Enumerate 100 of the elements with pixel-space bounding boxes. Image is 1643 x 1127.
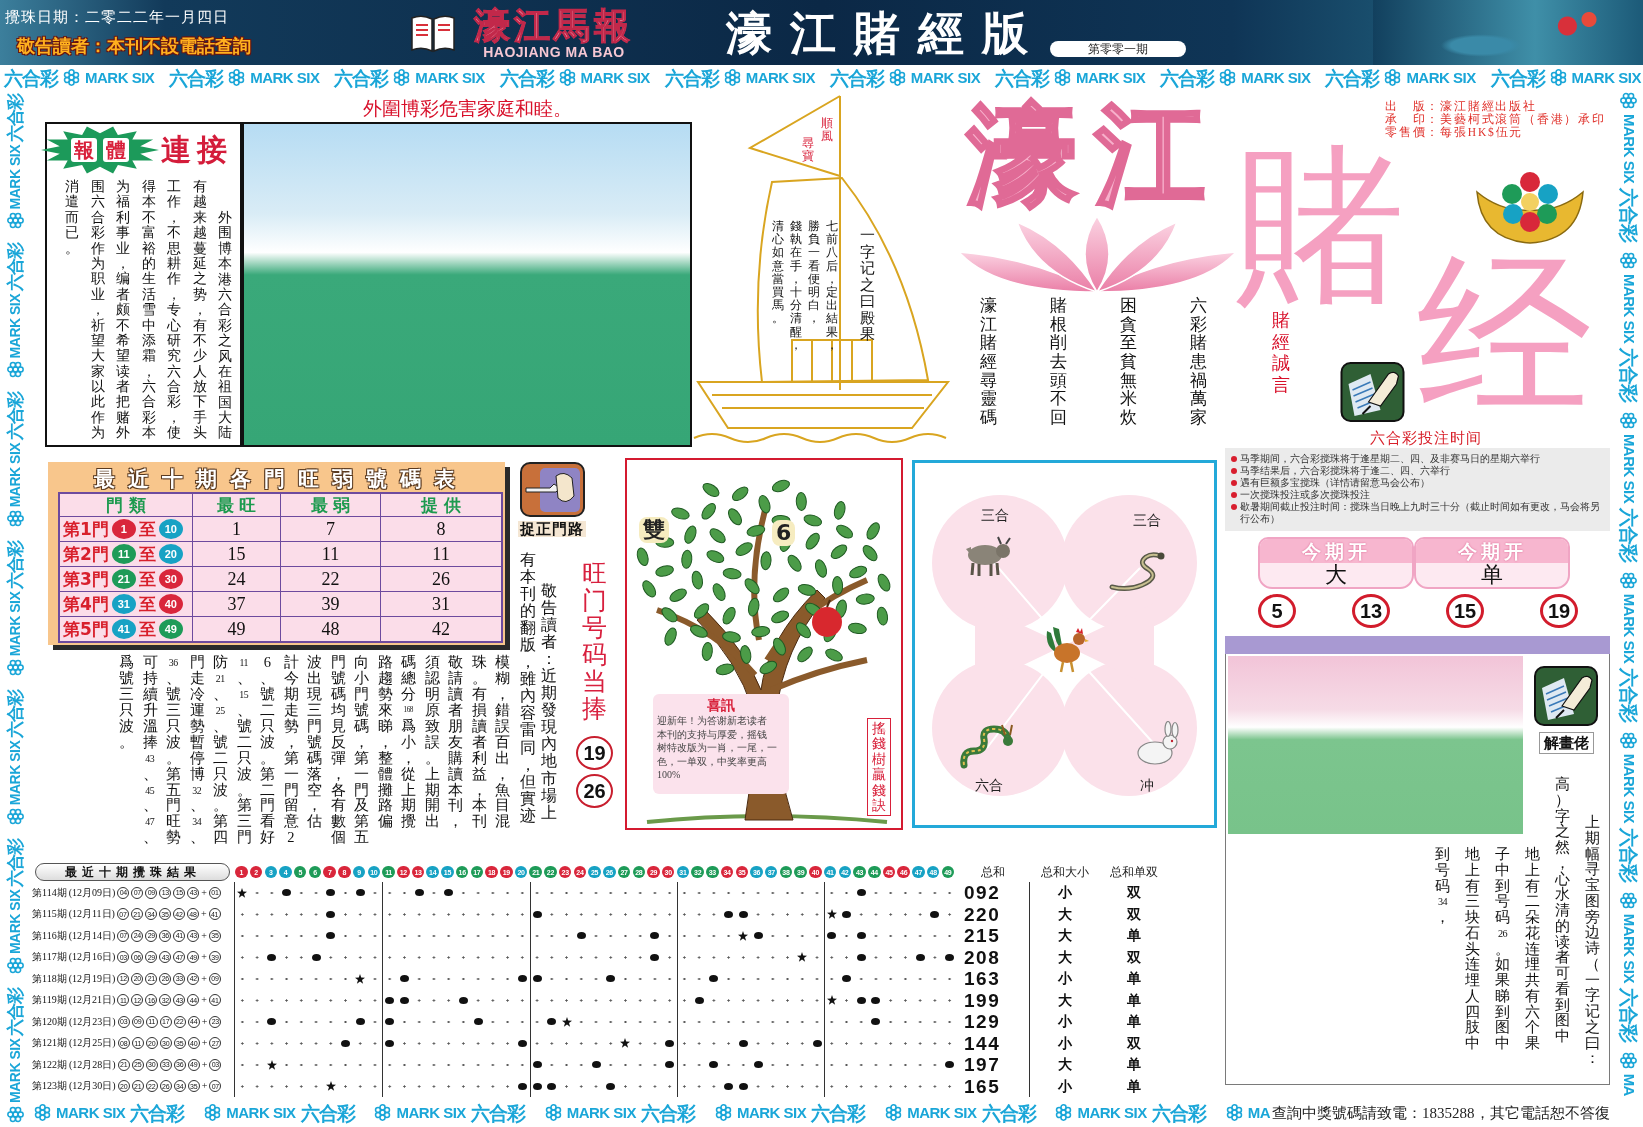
- flower-icon: [723, 69, 741, 86]
- border-text: MA: [1620, 1073, 1638, 1096]
- riddle-text: 地上有二朵花连埋共有六个果: [1525, 847, 1540, 1052]
- riddle-text: 子中到号码26。如果睇到图中: [1495, 847, 1510, 1052]
- border-text: MARK SIX: [6, 889, 24, 955]
- dot-icon: [812, 1039, 822, 1047]
- flower-icon: [1384, 69, 1402, 86]
- sum-value: 208: [956, 946, 1030, 968]
- notice-text: 敬告讀者：本刊不設電話查詢: [17, 35, 251, 57]
- badge-character: 報: [71, 138, 97, 162]
- flower-icon: [885, 1104, 903, 1121]
- forecast-value: 大: [1324, 563, 1348, 587]
- sum-value: 129: [956, 1011, 1030, 1033]
- range-joiner: 至: [138, 519, 156, 539]
- bullet-icon: [1231, 504, 1237, 510]
- parity-value: 单: [1126, 1012, 1142, 1031]
- note-text: 树特改版为一肖，一尾，一: [657, 742, 778, 755]
- dot-icon: [355, 1018, 365, 1026]
- size-value: 大: [1057, 990, 1073, 1010]
- flag-text: 順風: [821, 117, 833, 144]
- dot-icon: [665, 1039, 675, 1047]
- draw-date: (12月16日): [68, 951, 116, 964]
- border-text: 六合彩: [4, 987, 26, 1036]
- table-cell: 26: [380, 566, 501, 591]
- parity-value: 单: [1126, 969, 1142, 988]
- dot-icon: [341, 1039, 350, 1047]
- border-text: 六合彩: [4, 94, 26, 142]
- lucky-number: 26: [576, 774, 613, 808]
- dot-icon: [399, 996, 409, 1004]
- dot-icon: [871, 996, 881, 1004]
- flower-icon: [1620, 1051, 1638, 1069]
- flower-icon: [374, 1104, 392, 1121]
- draw-date: (12月14日): [68, 929, 116, 942]
- sum-value: 215: [956, 925, 1030, 947]
- border-text: MARK SIX: [745, 68, 816, 87]
- analysis-text: 模糊，錯誤百出，魚目混: [495, 655, 510, 831]
- size-value: 大: [1057, 947, 1073, 967]
- flower-icon: [34, 1104, 51, 1121]
- article-text: 围六合彩作为职业，祈望大家以此作为: [90, 179, 105, 441]
- dot-icon: [282, 889, 292, 897]
- sum-value: 197: [956, 1054, 1030, 1076]
- border-text: MARK SIX: [6, 293, 24, 359]
- plus-sign: +: [201, 1015, 208, 1028]
- riddle-text: 地上有三块石头连埋人四肢中: [1465, 847, 1480, 1052]
- border-text: MARK SIX: [1077, 1103, 1147, 1122]
- table-cell: 7: [280, 516, 380, 541]
- dot-icon: [591, 1061, 601, 1069]
- dot-icon: [753, 1061, 763, 1069]
- sail-text: 清心如意當買馬。: [772, 220, 784, 326]
- parity-value: 双: [1126, 904, 1142, 924]
- border-text: MARK SIX: [1620, 913, 1638, 984]
- border-text: MARK SIX: [1571, 68, 1641, 87]
- analysis-text: 36、號三只波。第五門旺勢: [166, 656, 181, 847]
- dot-icon: [842, 975, 851, 983]
- analysis-text: 路趨勢來睇，整體攤路偏: [377, 655, 392, 831]
- number-ball: 40: [158, 594, 183, 614]
- draw-date: (12月25日): [69, 1037, 116, 1050]
- analysis-text: 敬請讀者朋友購讀本刊，: [448, 655, 463, 831]
- border-text: MARK SIX: [6, 591, 24, 657]
- star-icon: [266, 1059, 277, 1070]
- hand-key-icon: [520, 462, 585, 517]
- analysis-text: 向小門號碼，第一門及第五: [354, 655, 369, 847]
- zodiac-label: 冲: [1140, 778, 1154, 794]
- section-label: 解畫佬: [1538, 732, 1594, 754]
- dot-icon: [945, 953, 955, 961]
- masthead-character: 賭: [1235, 140, 1405, 310]
- size-value: 小: [1057, 1033, 1073, 1053]
- issue-label: 第120期: [32, 1015, 67, 1028]
- dot-icon: [517, 1082, 527, 1090]
- number-ball: 49: [158, 619, 183, 639]
- forecast-value: 单: [1480, 563, 1504, 587]
- border-text: 六合彩: [829, 66, 884, 89]
- draw-date: 攪珠日期：二零二二年一月四日: [5, 8, 229, 26]
- star-icon: [826, 909, 837, 920]
- dot-icon: [385, 1018, 395, 1026]
- border-text: 六合彩: [334, 66, 389, 89]
- note-text: 色，一单双，中奖率更高: [657, 755, 768, 768]
- poem-line: 濠江賭經尋靈碼: [980, 297, 997, 428]
- dot-icon: [856, 996, 866, 1004]
- dot-icon: [871, 1018, 881, 1026]
- parity-value: 单: [1126, 1076, 1142, 1096]
- dot-icon: [650, 932, 660, 940]
- info-text: 马季结果后，六合彩搅珠将于逢二、四、六举行: [1240, 465, 1450, 477]
- dot-icon: [738, 1039, 748, 1047]
- lucky-number: 19: [1540, 594, 1578, 628]
- plus-sign: +: [201, 994, 207, 1007]
- dot-icon: [856, 932, 866, 940]
- border-text: MARK SIX: [736, 1103, 807, 1122]
- dot-icon: [606, 975, 616, 983]
- issue-number: 第零零一期: [1050, 41, 1186, 57]
- article-text: 工作，不思耕作，专心研究六合彩，使: [167, 179, 181, 441]
- border-text: MARK SIX: [250, 68, 320, 87]
- border-text: MARK SIX: [6, 442, 24, 508]
- flag-text: 尋寶: [802, 137, 814, 164]
- lucky-number: 13: [1352, 594, 1390, 628]
- border-text: 六合彩: [4, 689, 26, 738]
- table-cell: 11: [380, 541, 501, 566]
- dot-icon: [650, 953, 660, 961]
- flower-icon: [1620, 891, 1638, 909]
- flower-icon: [1225, 1104, 1243, 1121]
